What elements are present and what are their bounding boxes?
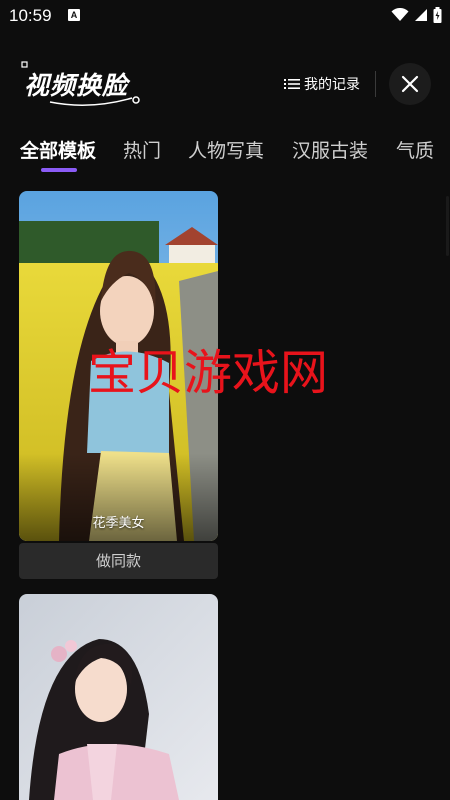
status-icons [391, 7, 442, 23]
app-logo: 视频换脸 [20, 60, 145, 110]
template-card-2[interactable] [19, 594, 218, 800]
make-same-button[interactable]: 做同款 [19, 543, 218, 579]
list-icon [284, 79, 300, 89]
signal-icon [415, 9, 427, 21]
tab-hot[interactable]: 热门 [123, 136, 161, 163]
my-records-label: 我的记录 [304, 77, 360, 93]
notification-a-icon: A [68, 9, 80, 21]
header-divider [375, 71, 376, 97]
status-bar: 10:59 A [0, 0, 450, 32]
wifi-icon [391, 8, 409, 21]
template-thumbnail-2 [19, 594, 218, 800]
card-caption: 花季美女 [92, 516, 145, 531]
tab-all-templates[interactable]: 全部模板 [20, 136, 96, 163]
tab-hanfu[interactable]: 汉服古装 [292, 136, 368, 163]
active-tab-indicator [41, 168, 77, 172]
status-time: 10:59 [9, 6, 52, 25]
battery-icon [433, 7, 442, 23]
tab-temperament[interactable]: 气质 [396, 136, 434, 163]
scrollbar[interactable] [446, 196, 449, 256]
app-title: 视频换脸 [24, 71, 129, 100]
category-tabs: 全部模板 热门 人物写真 汉服古装 气质 [20, 136, 450, 166]
my-records-button[interactable]: 我的记录 [284, 71, 360, 97]
close-icon [401, 75, 419, 93]
watermark-text: 宝贝游戏网 [88, 345, 329, 401]
tab-portrait[interactable]: 人物写真 [188, 136, 264, 163]
close-button[interactable] [389, 63, 431, 105]
